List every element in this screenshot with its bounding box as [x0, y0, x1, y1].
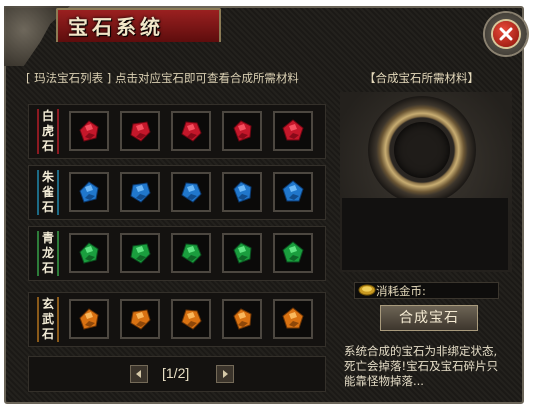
- gem-icon: [282, 119, 304, 141]
- gem-icon: [181, 243, 202, 264]
- gem-row: 白虎石: [28, 104, 326, 159]
- gem-slot[interactable]: [222, 172, 262, 212]
- gem-icon: [233, 181, 252, 203]
- gem-slot[interactable]: [69, 233, 109, 273]
- gem-row-label-char: 石: [41, 327, 54, 341]
- gem-slot[interactable]: [273, 172, 313, 212]
- gem-slot[interactable]: [171, 172, 211, 212]
- window-title: 宝石系统: [68, 15, 164, 39]
- notice-line: 死亡会掉落!宝石及宝石碎片只: [344, 359, 499, 373]
- gem-icon: [181, 121, 202, 142]
- gem-icon: [130, 243, 151, 264]
- gem-icon: [282, 241, 304, 263]
- page-indicator: [1/2]: [162, 365, 190, 381]
- materials-header: 【合成宝石所需材料】: [364, 71, 479, 85]
- gem-slot[interactable]: [222, 111, 262, 151]
- prev-page-button[interactable]: [130, 365, 148, 383]
- gem-row-label-char: 石: [41, 139, 54, 153]
- gem-row-label-char: 石: [41, 200, 54, 214]
- gem-slot[interactable]: [273, 299, 313, 339]
- gem-list-header: [ 玛法宝石列表 ] 点击对应宝石即可查看合成所需材料: [26, 71, 299, 85]
- gem-icon: [233, 242, 252, 264]
- gem-slot[interactable]: [222, 233, 262, 273]
- gem-row: 青龙石: [28, 226, 326, 281]
- gem-slot[interactable]: [120, 299, 160, 339]
- gem-slot[interactable]: [69, 299, 109, 339]
- arrow-right-icon: [223, 370, 228, 378]
- gem-icon: [79, 120, 99, 142]
- gem-icon: [233, 120, 252, 142]
- gem-slot[interactable]: [120, 233, 160, 273]
- pager: [1/2]: [28, 356, 326, 392]
- gem-row-label: 白虎石: [37, 109, 59, 154]
- gem-icon: [181, 182, 202, 203]
- gem-socket: [394, 122, 450, 178]
- gem-row-label-char: 虎: [41, 124, 54, 138]
- gem-slot[interactable]: [273, 233, 313, 273]
- gem-row: 玄武石: [28, 292, 326, 347]
- gem-icon: [79, 181, 99, 203]
- gem-row-label-char: 玄: [41, 297, 54, 311]
- gem-icon: [79, 308, 99, 330]
- gem-row-label-char: 龙: [41, 246, 54, 260]
- gem-slot[interactable]: [120, 111, 160, 151]
- notice-line: 能靠怪物掉落...: [344, 374, 424, 388]
- gem-row-label: 朱雀石: [37, 170, 59, 215]
- notice-text: 系统合成的宝石为非绑定状态, 死亡会掉落!宝石及宝石碎片只 能靠怪物掉落...: [344, 344, 514, 389]
- gem-row-label-char: 朱: [41, 170, 54, 184]
- gem-slot[interactable]: [171, 111, 211, 151]
- gem-icon: [282, 180, 304, 202]
- gem-row: 朱雀石: [28, 165, 326, 220]
- gem-slot[interactable]: [69, 111, 109, 151]
- gem-row-label: 青龙石: [37, 231, 59, 276]
- compose-gem-button[interactable]: 合成宝石: [380, 305, 478, 331]
- gem-row-label-char: 雀: [41, 185, 54, 199]
- gem-slot[interactable]: [273, 111, 313, 151]
- gem-row-label-char: 白: [41, 109, 54, 123]
- gem-icon: [130, 121, 151, 142]
- gem-slot[interactable]: [171, 299, 211, 339]
- gem-icon: [130, 182, 151, 203]
- gem-slot[interactable]: [69, 172, 109, 212]
- gem-icon: [130, 309, 151, 330]
- next-page-button[interactable]: [216, 365, 234, 383]
- gem-icon: [181, 309, 202, 330]
- gem-row-label-char: 石: [41, 261, 54, 275]
- gem-row-label: 玄武石: [37, 297, 59, 342]
- gold-coin-icon: [358, 284, 376, 296]
- gem-icon: [79, 242, 99, 264]
- gem-icon: [233, 308, 252, 330]
- gem-slot[interactable]: [171, 233, 211, 273]
- gem-slot[interactable]: [120, 172, 160, 212]
- materials-area: [342, 198, 508, 270]
- gem-slot[interactable]: [222, 299, 262, 339]
- close-button[interactable]: [493, 21, 519, 47]
- gem-icon: [282, 307, 304, 329]
- coin-cost-label: 消耗金币:: [376, 284, 426, 298]
- gem-row-label-char: 青: [41, 231, 54, 245]
- gem-row-label-char: 武: [41, 312, 54, 326]
- arrow-left-icon: [136, 370, 141, 378]
- close-icon: [499, 27, 513, 41]
- notice-line: 系统合成的宝石为非绑定状态,: [344, 344, 498, 358]
